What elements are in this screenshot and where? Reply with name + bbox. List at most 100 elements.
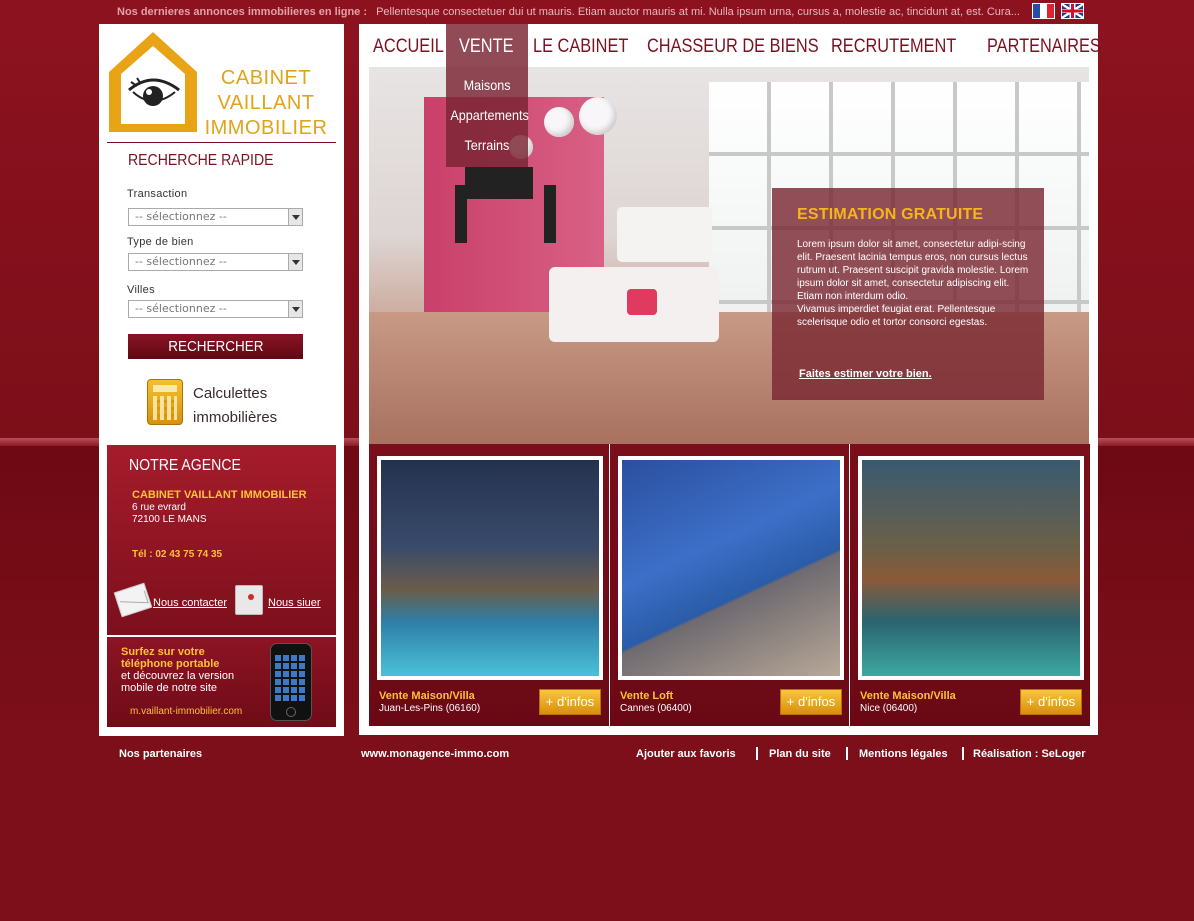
locate-us-label[interactable]: Nous siuer xyxy=(268,597,321,609)
phone-home-button xyxy=(286,707,296,717)
locate-us-link[interactable]: Nous siuer xyxy=(235,585,335,619)
submenu-terrains[interactable]: Terrains xyxy=(446,137,528,153)
calculators-text: Calculettes immobilières xyxy=(193,382,277,430)
language-switcher xyxy=(1032,3,1084,19)
city-select[interactable]: -- sélectionnez -- xyxy=(128,300,303,318)
transaction-select[interactable]: -- sélectionnez -- xyxy=(128,208,303,226)
city-label: Villes xyxy=(127,284,155,296)
search-button-label: RECHERCHER xyxy=(167,338,264,355)
hero-speaker-right xyxy=(544,185,556,243)
logo-line-1: CABINET xyxy=(220,67,312,89)
logo[interactable]: CABINET VAILLANT IMMOBILIER xyxy=(107,30,339,141)
main-nav: ACCUEIL VENTE Maisons Appartements Terra… xyxy=(359,24,1101,167)
city-select-value: -- sélectionnez -- xyxy=(135,302,227,315)
main-content: ESTIMATION GRATUITE Lorem ipsum dolor si… xyxy=(359,24,1101,735)
agency-box: NOTRE AGENCE CABINET VAILLANT IMMOBILIER… xyxy=(107,445,336,635)
chevron-down-icon[interactable] xyxy=(288,254,302,270)
hero-lamp xyxy=(579,97,617,135)
footer-credits-link[interactable]: Réalisation : SeLoger xyxy=(973,748,1085,760)
listing-photo[interactable] xyxy=(618,456,844,680)
villa-pool-photo xyxy=(381,460,599,676)
more-info-button[interactable]: + d'infos xyxy=(539,689,601,715)
footer-legal-link[interactable]: Mentions légales xyxy=(859,748,948,760)
smartphone-icon xyxy=(270,643,312,721)
calculators-line-1: Calculettes xyxy=(193,385,268,402)
phone-screen xyxy=(275,655,307,703)
free-estimation-box: ESTIMATION GRATUITE Lorem ipsum dolor si… xyxy=(772,188,1044,400)
nav-vente-dropdown[interactable]: VENTE Maisons Appartements Terrains xyxy=(446,24,529,167)
listings-row: Vente Maison/Villa Juan-Les-Pins (06160)… xyxy=(369,444,1090,726)
footer-divider xyxy=(962,747,964,760)
nav-recrutement[interactable]: RECRUTEMENT xyxy=(831,36,956,58)
listing-card[interactable]: Vente Maison/Villa Juan-Les-Pins (06160)… xyxy=(369,444,609,726)
footer-sitemap-link[interactable]: Plan du site xyxy=(769,748,831,760)
more-info-button[interactable]: + d'infos xyxy=(1020,689,1082,715)
agency-name: CABINET VAILLANT IMMOBILIER xyxy=(132,489,307,501)
listing-location: Nice (06400) xyxy=(860,703,918,714)
mobile-promo-line-4: mobile de notre site xyxy=(121,682,217,694)
hero-cushion xyxy=(627,289,657,315)
submenu-appartements[interactable]: Appartements xyxy=(446,107,528,123)
listing-location: Cannes (06400) xyxy=(620,703,692,714)
listing-photo[interactable] xyxy=(377,456,603,680)
estimation-paragraph-2: Vivamus imperdiet feugiat erat. Pellente… xyxy=(797,304,996,328)
mobile-site-url[interactable]: m.vaillant-immobilier.com xyxy=(130,706,242,717)
agency-address-line-2: 72100 LE MANS xyxy=(132,514,207,525)
estimation-link[interactable]: Faites estimer votre bien. xyxy=(799,368,932,380)
nav-vente[interactable]: VENTE xyxy=(459,36,513,58)
listing-card[interactable]: Vente Maison/Villa Nice (06400) + d'info… xyxy=(850,444,1090,726)
listing-photo[interactable] xyxy=(858,456,1084,680)
hero-lamp xyxy=(544,107,574,137)
estimation-paragraph-1: Lorem ipsum dolor sit amet, consectetur … xyxy=(797,239,1029,302)
footer-divider xyxy=(846,747,848,760)
mobile-promo-line-1: Surfez sur votre xyxy=(121,646,205,658)
transaction-select-value: -- sélectionnez -- xyxy=(135,210,227,223)
estimation-body: Lorem ipsum dolor sit amet, consectetur … xyxy=(797,238,1029,329)
logo-line-3: IMMOBILIER xyxy=(204,117,328,139)
flag-fr-icon[interactable] xyxy=(1032,3,1055,19)
mobile-promo-line-2: téléphone portable xyxy=(121,658,220,670)
calculators-link[interactable]: Calculettes immobilières xyxy=(147,376,317,428)
agency-phone: Tél : 02 43 75 74 35 xyxy=(132,549,223,560)
footer-site-link[interactable]: www.monagence-immo.com xyxy=(361,748,509,760)
chevron-down-icon[interactable] xyxy=(288,301,302,317)
listing-title: Vente Maison/Villa xyxy=(379,690,475,702)
ticker-label: Nos dernieres annonces immobilieres en l… xyxy=(117,6,368,18)
transaction-label: Transaction xyxy=(127,188,188,200)
calculator-icon xyxy=(147,379,183,425)
search-button[interactable]: RECHERCHER xyxy=(128,334,303,359)
listing-title: Vente Maison/Villa xyxy=(860,690,956,702)
chevron-down-icon[interactable] xyxy=(288,209,302,225)
ticker-text[interactable]: Pellentesque consectetuer dui ut mauris.… xyxy=(376,6,1020,18)
logo-text: CABINET VAILLANT IMMOBILIER xyxy=(201,66,331,141)
footer-partners-link[interactable]: Nos partenaires xyxy=(119,748,202,760)
nav-accueil[interactable]: ACCUEIL xyxy=(373,36,444,58)
map-icon xyxy=(235,585,263,615)
property-type-select[interactable]: -- sélectionnez -- xyxy=(128,253,303,271)
nav-partenaires[interactable]: PARTENAIRES xyxy=(987,36,1101,58)
more-info-button[interactable]: + d'infos xyxy=(780,689,842,715)
nav-chasseur-de-biens[interactable]: CHASSEUR DE BIENS xyxy=(647,36,819,58)
mobile-promo-heading: Surfez sur votre téléphone portable xyxy=(121,646,219,670)
hero-sofa-back xyxy=(617,207,712,262)
estimation-title: ESTIMATION GRATUITE xyxy=(797,206,984,223)
contact-us-label[interactable]: Nous contacter xyxy=(153,597,227,609)
mobile-site-promo[interactable]: Surfez sur votre téléphone portable et d… xyxy=(107,636,336,727)
submenu-terrains-label: Terrains xyxy=(464,137,510,153)
submenu-appartements-label: Appartements xyxy=(450,107,529,123)
agency-address: 6 rue evrard 72100 LE MANS xyxy=(132,502,207,526)
loft-photo xyxy=(622,460,840,676)
listing-card[interactable]: Vente Loft Cannes (06400) + d'infos xyxy=(610,444,850,726)
villa-jacuzzi-photo xyxy=(862,460,1080,676)
logo-line-2: VAILLANT xyxy=(217,92,315,114)
mobile-promo-text: et découvrez la version mobile de notre … xyxy=(121,670,234,694)
footer-favorites-link[interactable]: Ajouter aux favoris xyxy=(636,748,736,760)
calculators-line-2: immobilières xyxy=(193,409,278,426)
news-ticker[interactable]: Nos dernieres annonces immobilieres en l… xyxy=(117,4,1027,20)
nav-le-cabinet[interactable]: LE CABINET xyxy=(533,36,628,58)
submenu-maisons[interactable]: Maisons xyxy=(446,77,528,93)
house-eye-logo-icon xyxy=(109,32,197,132)
flag-uk-icon[interactable] xyxy=(1061,3,1084,19)
contact-us-link[interactable]: Nous contacter xyxy=(113,582,229,619)
property-type-select-value: -- sélectionnez -- xyxy=(135,255,227,268)
